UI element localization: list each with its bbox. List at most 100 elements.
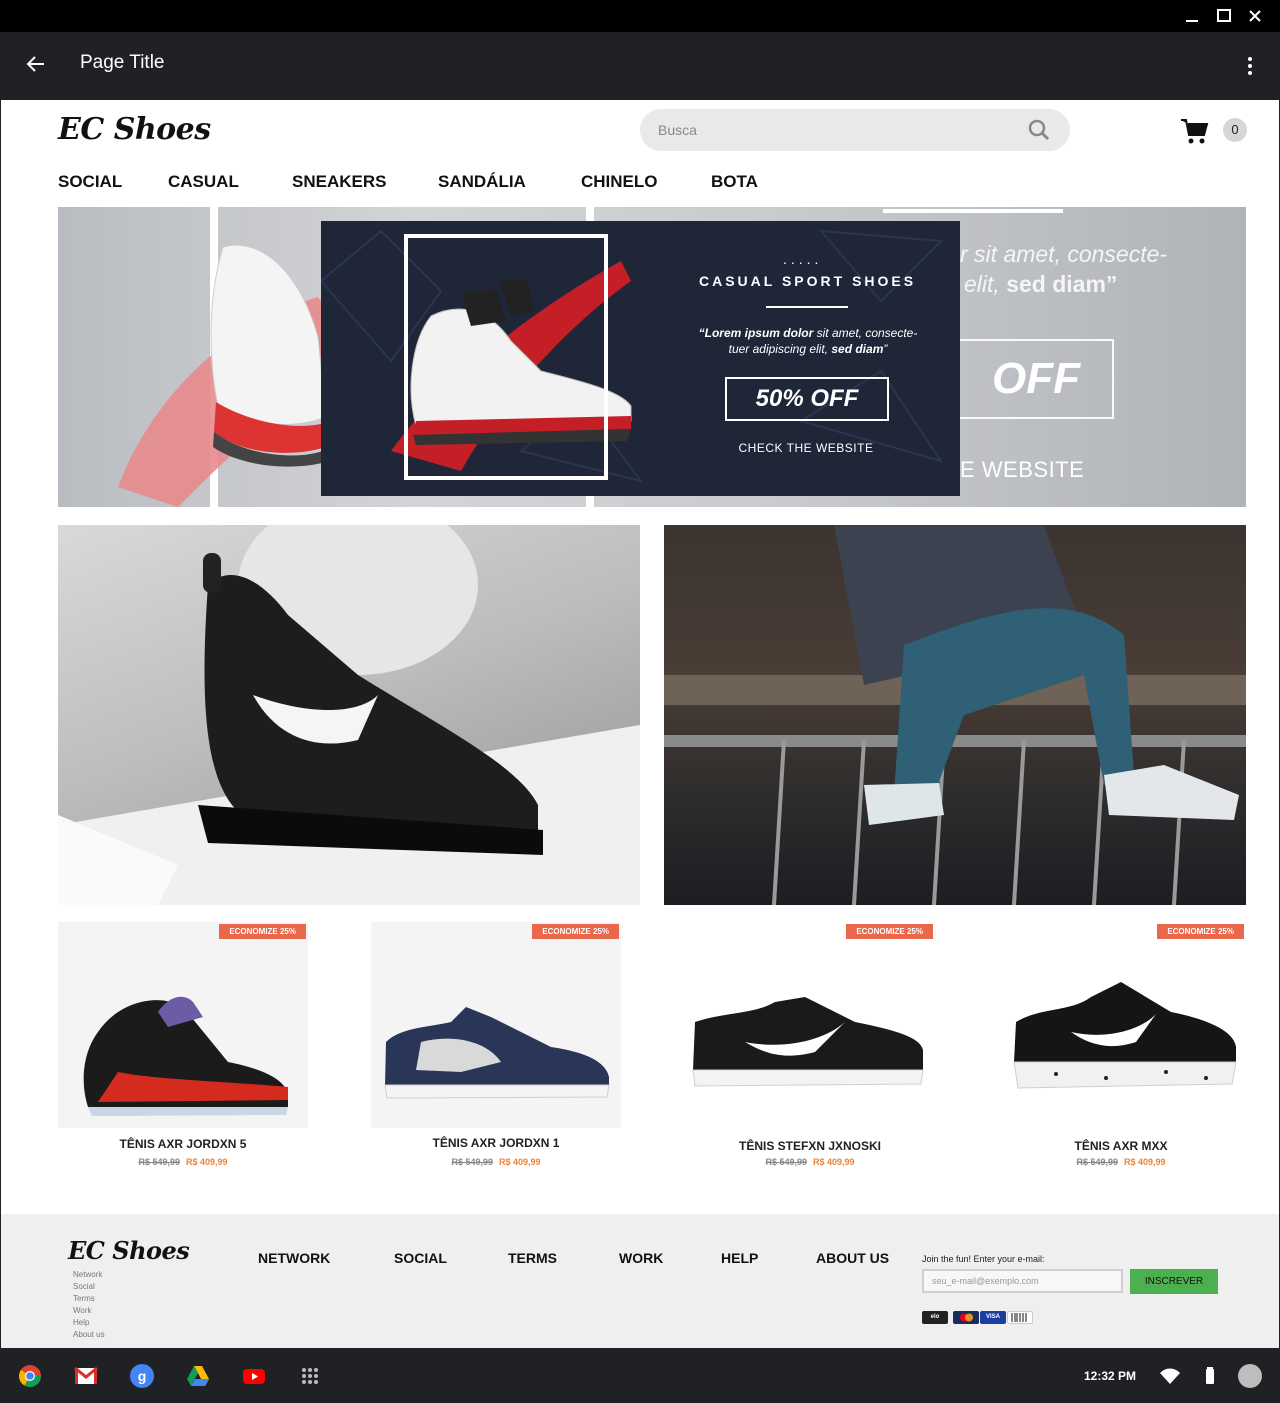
footer-link-network[interactable]: Network [73,1269,105,1281]
footer-nav-help[interactable]: HELP [721,1250,758,1266]
nav-item-social[interactable]: SOCIAL [58,172,122,192]
discount-badge: ECONOMIZE 25% [532,924,619,939]
email-field[interactable]: seu_e-mail@exemplo.com [922,1269,1123,1293]
email-placeholder: seu_e-mail@exemplo.com [932,1276,1039,1286]
product-prices: R$ 549,99 R$ 409,99 [371,1157,621,1167]
discount-badge: ECONOMIZE 25% [219,924,306,939]
old-price: R$ 549,99 [1076,1157,1118,1167]
product-name[interactable]: TÊNIS AXR MXX [996,1139,1246,1153]
close-icon[interactable] [1245,6,1265,26]
nav-item-casual[interactable]: CASUAL [168,172,239,192]
maximize-icon[interactable] [1214,6,1234,26]
web-page: EC Shoes Busca 0 SOCIAL CASUAL SNEAKERS … [1,100,1279,1348]
banner-offer: 50% OFF [725,377,889,421]
subscribe-button[interactable]: INSCREVER [1130,1269,1218,1294]
footer-nav-terms[interactable]: TERMS [508,1250,557,1266]
black-sneaker-image [58,525,640,905]
boleto-barcode-icon [1007,1311,1033,1324]
footer-nav-social[interactable]: SOCIAL [394,1250,447,1266]
air-max-shoe-image [1013,982,1237,1089]
banner-quote-bold: “Lorem ipsum dolor [698,326,817,340]
svg-text:g: g [138,1368,147,1384]
nav-item-chinelo[interactable]: CHINELO [581,172,658,192]
feature-photo-sneaker[interactable] [58,525,640,905]
banner-cta-link[interactable]: CHECK THE WEBSITE [721,441,891,455]
youtube-icon[interactable] [242,1364,266,1388]
google-drive-icon[interactable] [186,1364,210,1388]
mastercard-icon [953,1311,979,1324]
site-logo[interactable]: EC Shoes [58,112,211,147]
footer-link-about[interactable]: About us [73,1329,105,1341]
stefan-janoski-shoe-image [692,997,924,1087]
wifi-icon[interactable] [1158,1364,1182,1388]
hero-ghost-quote-1: r sit amet, consecte- [960,241,1168,267]
old-price: R$ 549,99 [765,1157,807,1167]
footer-link-terms[interactable]: Terms [73,1293,105,1305]
discount-badge: ECONOMIZE 25% [846,924,933,939]
minimize-icon[interactable] [1182,6,1202,26]
cart-count-badge: 0 [1223,118,1247,142]
jordan-5-shoe-image [83,996,289,1116]
banner-quote-end: ” [883,342,888,356]
product-prices: R$ 549,99 R$ 409,99 [685,1157,935,1167]
hero-ghost-website: E WEBSITE [960,457,1085,482]
banner-divider [766,306,848,308]
new-price: R$ 409,99 [813,1157,855,1167]
search-input[interactable]: Busca [658,122,697,138]
window-titlebar [0,0,1280,32]
product-prices: R$ 549,99 R$ 409,99 [58,1157,308,1167]
product-image[interactable]: ECONOMIZE 25% [58,922,308,1128]
new-price: R$ 409,99 [1124,1157,1166,1167]
search-icon[interactable] [1028,119,1050,141]
banner-quote: “Lorem ipsum dolor sit amet, consecte-tu… [693,325,923,357]
gmail-icon[interactable] [74,1364,98,1388]
footer-nav-work[interactable]: WORK [619,1250,663,1266]
person-sitting-on-rail-image [664,525,1246,905]
search-bar[interactable]: Busca [640,109,1070,151]
system-clock[interactable]: 12:32 PM [1084,1369,1136,1383]
feature-photo-lifestyle[interactable] [664,525,1246,905]
hero-ghost-quote-2b: sed diam” [1006,271,1118,297]
new-price: R$ 409,99 [499,1157,541,1167]
chrome-icon[interactable] [18,1364,42,1388]
old-price: R$ 549,99 [451,1157,493,1167]
more-options-icon[interactable] [1242,54,1258,78]
promo-banner[interactable]: ..... CASUAL SPORT SHOES “Lorem ipsum do… [321,221,960,496]
product-image[interactable]: ECONOMIZE 25% [996,922,1246,1128]
account-avatar[interactable] [1238,1364,1262,1388]
footer-link-social[interactable]: Social [73,1281,105,1293]
banner-dots: ..... [783,251,823,267]
visa-card-icon: VISA [980,1311,1006,1324]
footer-logo[interactable]: EC Shoes [68,1236,190,1265]
footer-nav-network[interactable]: NETWORK [258,1250,330,1266]
footer-nav-about[interactable]: ABOUT US [816,1250,889,1266]
banner-title: CASUAL SPORT SHOES [699,273,917,289]
banner-quote-bold2: sed diam [831,342,884,356]
banner-frame [404,234,608,480]
old-price: R$ 549,99 [138,1157,180,1167]
system-shelf: g 12:32 PM [0,1348,1280,1403]
back-arrow-icon[interactable] [24,52,48,76]
page-title: Page Title [80,52,165,73]
nav-item-bota[interactable]: BOTA [711,172,758,192]
product-name[interactable]: TÊNIS AXR JORDXN 5 [58,1137,308,1151]
product-name[interactable]: TÊNIS STEFXN JXNOSKI [685,1139,935,1153]
product-image[interactable]: ECONOMIZE 25% [685,922,935,1128]
nav-item-sneakers[interactable]: SNEAKERS [292,172,386,192]
product-name[interactable]: TÊNIS AXR JORDXN 1 [371,1136,621,1150]
battery-icon[interactable] [1198,1364,1222,1388]
app-launcher-icon[interactable] [298,1364,322,1388]
product-image[interactable]: ECONOMIZE 25% [371,922,621,1128]
footer-link-work[interactable]: Work [73,1305,105,1317]
site-footer: EC Shoes Network Social Terms Work Help … [1,1214,1279,1348]
elo-card-icon: elo [922,1311,948,1324]
jordan-1-shoe-image [384,1007,610,1099]
footer-link-help[interactable]: Help [73,1317,105,1329]
app-bar: Page Title [0,32,1280,100]
cart-icon[interactable] [1179,116,1209,146]
hero-ghost-offer: OFF [958,339,1114,419]
product-prices: R$ 549,99 R$ 409,99 [996,1157,1246,1167]
footer-small-links: Network Social Terms Work Help About us [73,1269,105,1341]
nav-item-sandalia[interactable]: SANDÁLIA [438,172,526,192]
google-search-icon[interactable]: g [130,1364,154,1388]
